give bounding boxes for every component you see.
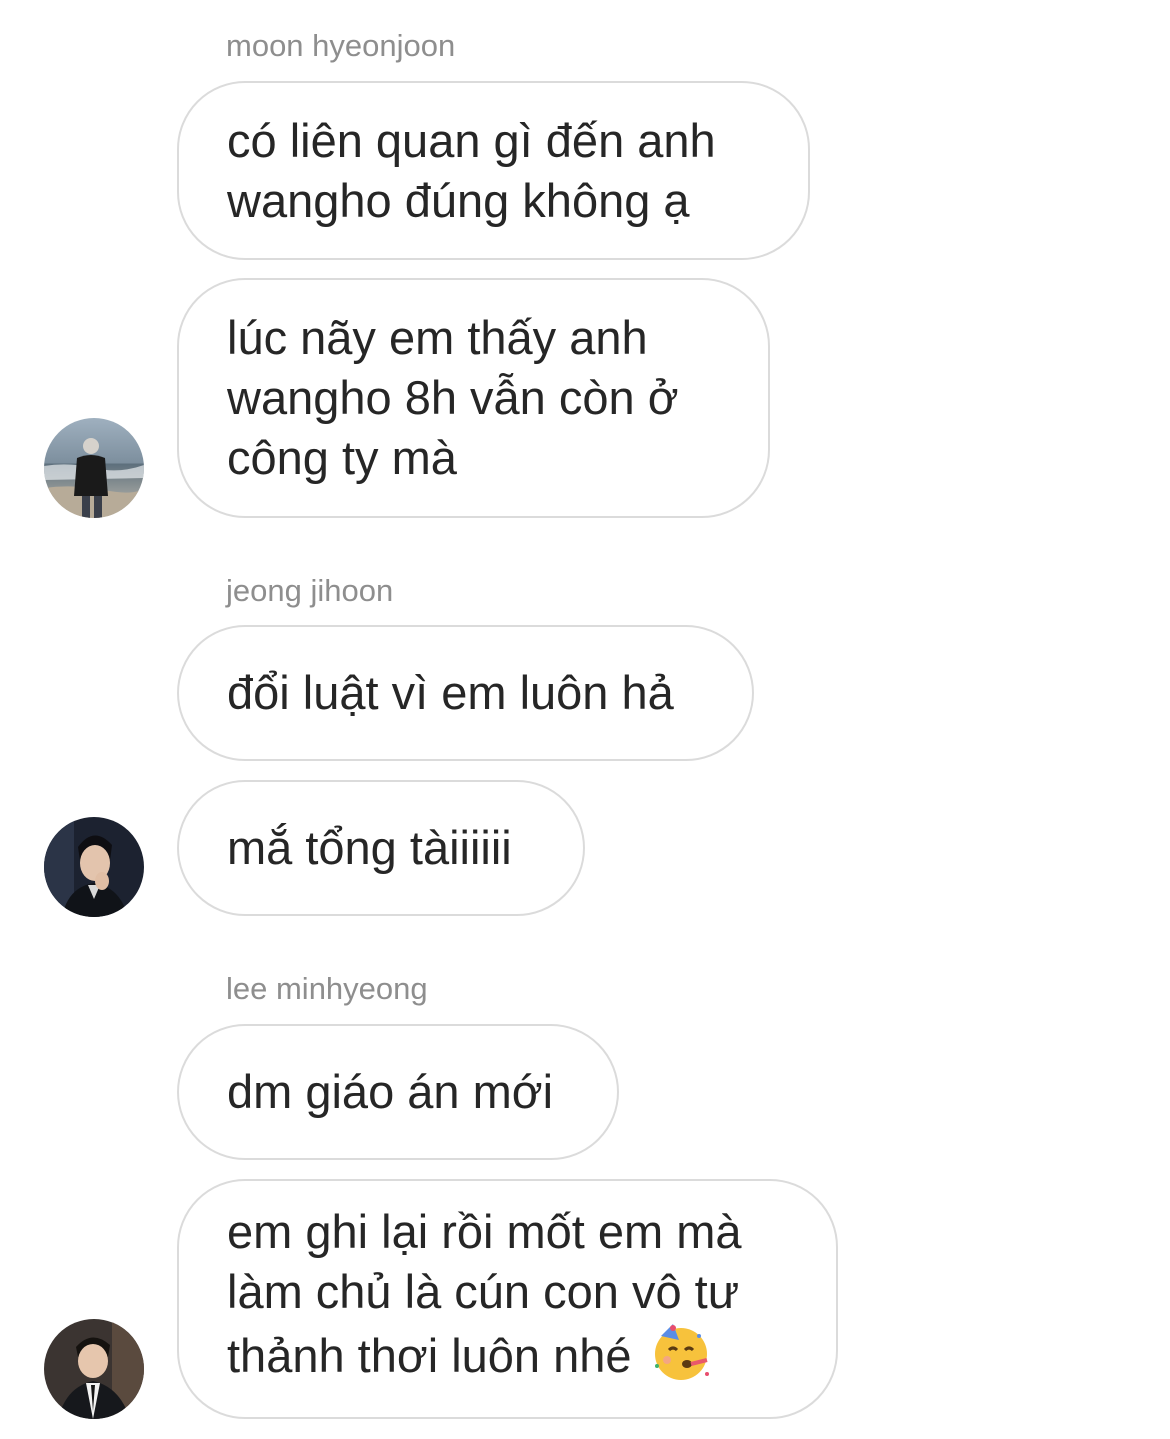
message-bubble[interactable]: em ghi lại rồi mốt em mà làm chủ là cún … xyxy=(177,1179,838,1419)
message-bubble[interactable]: lúc nãy em thấy anh wangho 8h vẫn còn ở … xyxy=(177,278,770,518)
profile-photo-suit-icon xyxy=(44,817,144,917)
message-text: wangho đúng không ạ xyxy=(227,173,690,227)
message-text: có liên quan gì đến anh xyxy=(227,113,716,167)
message-text: công ty mà xyxy=(227,431,457,484)
profile-photo-tuxedo-icon xyxy=(44,1319,144,1419)
profile-photo-seaside-icon xyxy=(44,418,144,518)
message-text: wangho 8h vẫn còn ở xyxy=(227,371,679,424)
message-text: em ghi lại rồi mốt em mà xyxy=(227,1205,742,1258)
message-text: làm chủ là cún con vô tư xyxy=(227,1265,740,1318)
message-text: thảnh thơi luôn nhé xyxy=(227,1329,632,1382)
message-text: đổi luật vì em luôn hả xyxy=(227,666,674,719)
sender-name: moon hyeonjoon xyxy=(226,28,456,63)
sender-name: lee minhyeong xyxy=(226,971,428,1006)
sender-name: jeong jihoon xyxy=(226,573,394,608)
message-text: dm giáo án mới xyxy=(227,1065,554,1118)
avatar-lee-minhyeong[interactable] xyxy=(44,1319,144,1419)
avatar-moon-hyeonjoon[interactable] xyxy=(44,418,144,518)
message-bubble[interactable]: đổi luật vì em luôn hả xyxy=(177,625,754,761)
message-bubble[interactable]: dm giáo án mới xyxy=(177,1024,619,1160)
avatar-jeong-jihoon[interactable] xyxy=(44,817,144,917)
message-bubble[interactable]: mắ tổng tàiiiiii xyxy=(177,780,585,916)
partying-face-emoji-icon xyxy=(649,1322,713,1396)
message-text: lúc nãy em thấy anh xyxy=(227,311,648,364)
message-bubble[interactable]: có liên quan gì đến anh wangho đúng khôn… xyxy=(177,81,810,260)
message-text: mắ tổng tàiiiiii xyxy=(227,821,512,874)
